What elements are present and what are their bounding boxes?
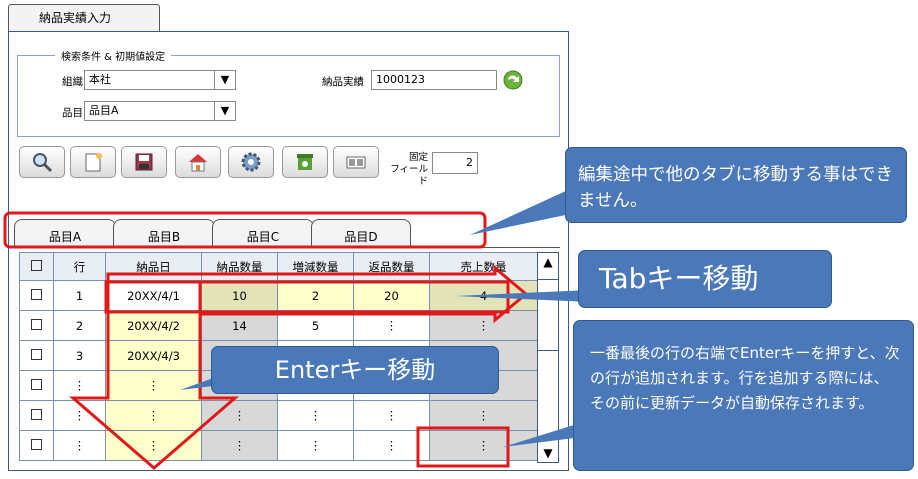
cell-sales-qty[interactable]: 4: [429, 280, 538, 311]
cell-return-qty[interactable]: ︙: [353, 310, 430, 341]
home-button[interactable]: [175, 146, 221, 178]
cell-row-no: 2: [53, 310, 106, 341]
header-select-all[interactable]: [19, 252, 54, 281]
cell-change-qty[interactable]: 5: [277, 310, 354, 341]
tab-move-callout: Tabキー移動: [578, 250, 832, 308]
fixed-field-input[interactable]: 2: [432, 152, 478, 174]
table-row[interactable]: 2 20XX/4/2 14 5 ︙ ︙: [19, 310, 538, 341]
cell-sales-qty[interactable]: ︙: [429, 310, 538, 341]
cell-row-no: ︙: [53, 400, 106, 431]
chevron-down-icon[interactable]: ▼: [214, 71, 235, 89]
cell-delivery-qty[interactable]: ︙: [201, 400, 278, 431]
search-panel: [17, 55, 560, 137]
table-row[interactable]: 1 20XX/4/1 10 2 20 4: [19, 280, 538, 311]
tab-note-text: 編集途中で他のタブに移動する事はできません。: [578, 165, 893, 211]
save-button[interactable]: [121, 146, 167, 178]
fixed-field-label-line2: フィールド: [390, 164, 428, 187]
cell-row-no: 1: [53, 280, 106, 311]
grid-header-row: 行 納品日 納品数量 増減数量 返品数量 売上数量: [19, 252, 538, 281]
cell-date[interactable]: ︙: [105, 370, 202, 401]
cell-change-qty[interactable]: ︙: [277, 400, 354, 431]
scroll-up-arrow-icon[interactable]: ▲: [538, 255, 558, 269]
gear-icon: [241, 152, 261, 172]
cell-row-no: 3: [53, 340, 106, 371]
delivery-value: 1000123: [376, 73, 425, 86]
tab-item-a[interactable]: 品目A: [14, 219, 116, 247]
settings-button[interactable]: [228, 146, 274, 178]
go-arrow-icon[interactable]: [502, 69, 524, 91]
search-icon: [33, 153, 53, 173]
cell-date[interactable]: 20XX/4/1: [105, 280, 202, 311]
cell-row-no: ︙: [53, 430, 106, 461]
new-document-icon: [85, 153, 102, 172]
cell-return-qty[interactable]: ︙: [353, 430, 430, 461]
tab-move-text: Tabキー移動: [599, 262, 759, 295]
cell-return-qty[interactable]: ︙: [353, 400, 430, 431]
item-select[interactable]: 品目A ▼: [84, 101, 236, 121]
cell-return-qty[interactable]: 20: [353, 280, 430, 311]
item-label: 品目: [62, 107, 83, 119]
home-icon: [189, 154, 207, 172]
row-checkbox[interactable]: [31, 318, 42, 330]
row-checkbox[interactable]: [31, 288, 42, 300]
org-value: 本社: [89, 73, 111, 86]
layout-icon: [346, 156, 366, 169]
cell-delivery-qty[interactable]: 10: [201, 280, 278, 311]
cell-date[interactable]: ︙: [105, 430, 202, 461]
cell-date[interactable]: 20XX/4/2: [105, 310, 202, 341]
window-tab[interactable]: 納品実績入力: [8, 4, 160, 32]
table-row[interactable]: ︙ ︙ ︙ ︙ ︙ ︙: [19, 400, 538, 431]
scroll-thumb[interactable]: [538, 279, 558, 351]
delivery-label: 納品実績: [322, 76, 364, 88]
grid-scrollbar[interactable]: ▲ ▼: [537, 252, 559, 463]
header-delivery-date: 納品日: [105, 252, 202, 281]
chevron-down-icon[interactable]: ▼: [214, 102, 235, 120]
delivery-input[interactable]: 1000123: [371, 70, 497, 90]
row-checkbox[interactable]: [31, 378, 42, 390]
cell-change-qty[interactable]: ︙: [277, 430, 354, 461]
row-checkbox[interactable]: [31, 438, 42, 450]
row-checkbox[interactable]: [31, 348, 42, 360]
header-change-qty: 増減数量: [277, 252, 354, 281]
add-row-text: 一番最後の行の右端でEnterキーを押すと、次の行が追加されます。行を追加する際…: [590, 344, 900, 412]
enter-move-text: Enterキー移動: [274, 356, 436, 384]
search-button[interactable]: [19, 146, 65, 178]
fixed-field-label-line1: 固定: [408, 152, 428, 163]
table-row[interactable]: ︙ ︙ ︙ ︙ ︙ ︙: [19, 430, 538, 461]
cell-delivery-qty[interactable]: ︙: [201, 430, 278, 461]
tab-item-c[interactable]: 品目C: [212, 219, 314, 247]
tab-item-d[interactable]: 品目D: [311, 219, 411, 247]
save-icon: [135, 153, 153, 171]
cell-date[interactable]: ︙: [105, 400, 202, 431]
org-label: 組織: [62, 76, 83, 88]
header-return-qty: 返品数量: [353, 252, 430, 281]
header-delivery-qty: 納品数量: [201, 252, 278, 281]
enter-move-callout: Enterキー移動: [211, 346, 499, 394]
tab-note-callout: 編集途中で他のタブに移動する事はできません。: [565, 147, 907, 223]
scroll-down-arrow-icon[interactable]: ▼: [538, 446, 558, 460]
header-sales-qty: 売上数量: [429, 252, 538, 281]
org-select[interactable]: 本社 ▼: [84, 70, 236, 90]
item-value: 品目A: [89, 104, 119, 117]
header-row-no: 行: [53, 252, 106, 281]
cell-change-qty[interactable]: 2: [277, 280, 354, 311]
tab-underline: [14, 247, 560, 248]
checkbox[interactable]: [31, 259, 42, 271]
cell-row-no: ︙: [53, 370, 106, 401]
search-panel-legend: 検索条件 & 初期値設定: [55, 48, 172, 63]
tab-item-b[interactable]: 品目B: [113, 219, 215, 247]
clear-icon: [297, 154, 313, 170]
clear-button[interactable]: [282, 146, 328, 178]
fixed-field-label: 固定 フィールド: [386, 152, 428, 188]
cell-delivery-qty[interactable]: 14: [201, 310, 278, 341]
cell-sales-qty[interactable]: ︙: [429, 430, 538, 461]
add-row-callout: 一番最後の行の右端でEnterキーを押すと、次の行が追加されます。行を追加する際…: [573, 320, 914, 471]
new-button[interactable]: [70, 146, 116, 178]
cell-sales-qty[interactable]: ︙: [429, 400, 538, 431]
layout-button[interactable]: [333, 146, 379, 178]
cell-date[interactable]: 20XX/4/3: [105, 340, 202, 371]
row-checkbox[interactable]: [31, 408, 42, 420]
